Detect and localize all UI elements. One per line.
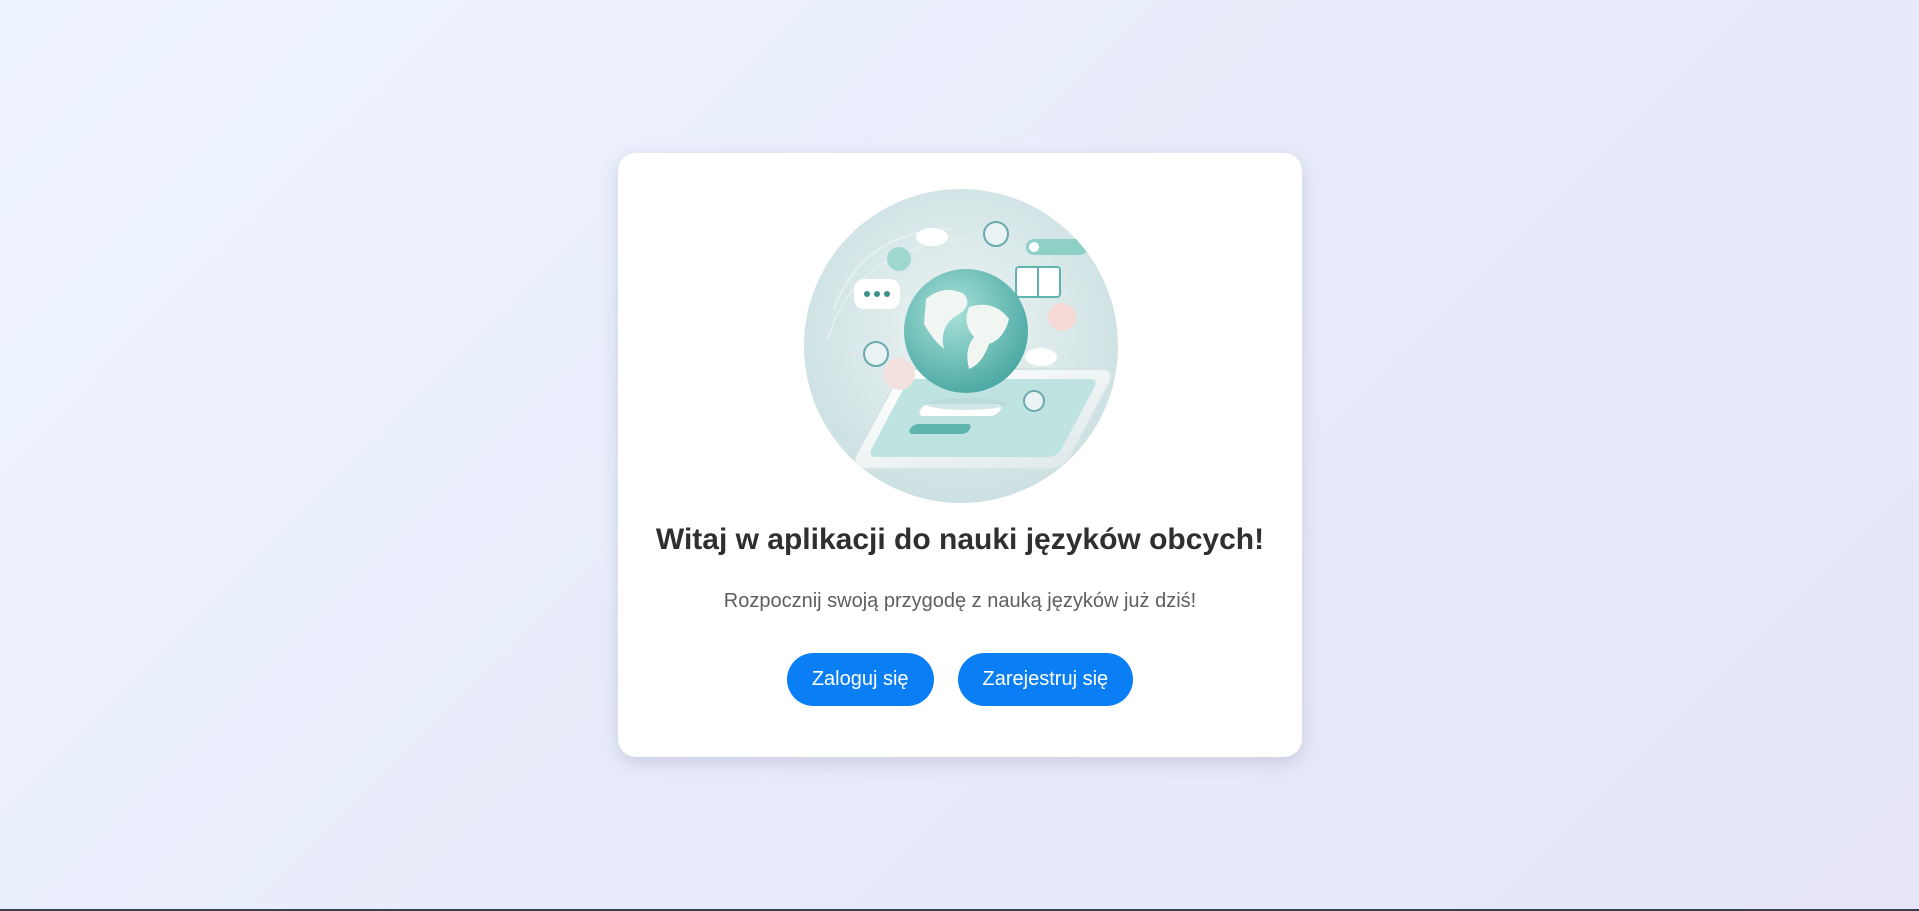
welcome-subtitle: Rozpocznij swoją przygodę z nauką językó…	[723, 590, 1197, 612]
register-button[interactable]: Zarejestruj się	[957, 653, 1134, 706]
welcome-card: Witaj w aplikacji do nauki języków obcyc…	[618, 153, 1302, 757]
hero-illustration	[804, 189, 1118, 503]
login-button[interactable]: Zaloguj się	[786, 653, 934, 706]
globe-phone-illustration-icon	[804, 189, 1118, 503]
auth-actions: Zaloguj się Zarejestruj się	[618, 653, 1302, 706]
welcome-title: Witaj w aplikacji do nauki języków obcyc…	[655, 523, 1265, 556]
